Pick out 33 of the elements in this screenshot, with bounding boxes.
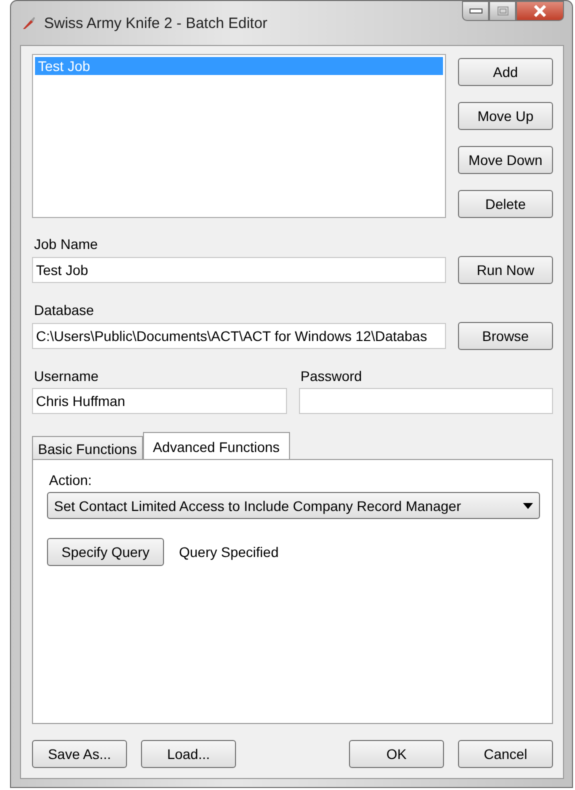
action-dropdown[interactable]: Set Contact Limited Access to Include Company Record Manager <box>47 492 540 519</box>
window-title: Swiss Army Knife 2 - Batch Editor <box>44 14 268 32</box>
footer-button[interactable]: OK <box>349 740 444 768</box>
password-field[interactable] <box>298 388 553 414</box>
field-label: Password <box>300 368 363 384</box>
username-field[interactable]: Chris Huffman <box>32 388 286 414</box>
close-icon <box>533 5 547 17</box>
close-button[interactable] <box>516 1 564 21</box>
tab[interactable]: Basic Functions <box>32 436 143 460</box>
specify-query-button[interactable]: Specify Query <box>47 538 164 566</box>
job-action-button[interactable]: Move Up <box>458 102 553 130</box>
footer-button[interactable]: Load... <box>141 740 236 768</box>
job-action-button[interactable]: Delete <box>458 190 553 218</box>
maximize-icon <box>496 6 508 16</box>
field-label: Username <box>34 368 100 384</box>
tab[interactable]: Advanced Functions <box>142 432 290 460</box>
job-action-button[interactable]: Add <box>458 58 553 86</box>
knife-icon <box>22 16 36 30</box>
job-name-field[interactable]: Test Job <box>32 257 446 283</box>
dropdown-arrow-icon <box>523 502 533 508</box>
browse-button[interactable]: Browse <box>458 322 553 350</box>
run-now-button[interactable]: Run Now <box>458 256 553 284</box>
maximize-button[interactable] <box>489 1 516 21</box>
footer-button[interactable]: Cancel <box>458 740 553 768</box>
footer-button[interactable]: Save As... <box>32 740 127 768</box>
field-label: Job Name <box>34 236 99 252</box>
database-field[interactable]: C:\Users\Public\Documents\ACT\ACT for Windows 12\Databas <box>32 323 446 349</box>
field-label: Database <box>34 302 95 318</box>
minimize-button[interactable] <box>462 1 489 21</box>
query-status: Query Specified <box>179 544 279 560</box>
field-label: Action: <box>49 472 93 488</box>
minimize-icon <box>468 8 482 14</box>
job-action-button[interactable]: Move Down <box>458 146 553 174</box>
